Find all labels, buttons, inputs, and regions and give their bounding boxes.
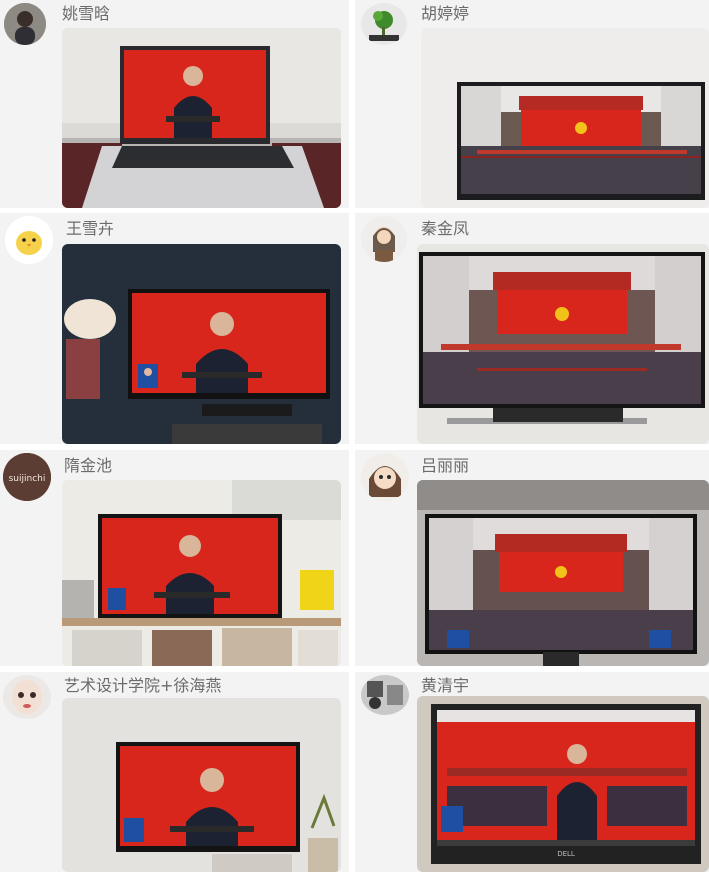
- girl-photo-avatar-icon[interactable]: [4, 3, 46, 45]
- post-card: 艺术设计学院+徐海燕: [0, 672, 349, 872]
- post-card: 胡婷婷: [355, 0, 709, 208]
- post-photo[interactable]: [62, 698, 341, 872]
- post-card: 吕丽丽: [355, 450, 709, 666]
- green-plant-avatar-icon[interactable]: [361, 3, 407, 45]
- avatar-logo-text: suijinchi: [9, 474, 46, 484]
- username[interactable]: 胡婷婷: [421, 0, 469, 24]
- post-photo[interactable]: [421, 28, 709, 208]
- post-card: 黄清宇 DELL: [355, 672, 709, 872]
- username[interactable]: 秦金凤: [421, 215, 469, 239]
- doll-face-avatar-icon[interactable]: [3, 675, 51, 719]
- username[interactable]: 吕丽丽: [421, 452, 469, 476]
- post-photo[interactable]: [62, 28, 341, 208]
- post-card: suijinchi 隋金池: [0, 450, 349, 666]
- username[interactable]: 王雪卉: [66, 215, 114, 239]
- post-card: 姚雪晗: [0, 0, 349, 208]
- post-photo[interactable]: [62, 244, 341, 444]
- post-photo[interactable]: DELL: [417, 696, 709, 872]
- laptop-brand-label: DELL: [557, 850, 575, 858]
- username[interactable]: 姚雪晗: [62, 0, 110, 24]
- gray-photo-avatar-icon[interactable]: [361, 675, 409, 715]
- yellow-chick-avatar-icon[interactable]: [5, 216, 53, 264]
- username[interactable]: 隋金池: [64, 452, 112, 476]
- username[interactable]: 艺术设计学院+徐海燕: [64, 672, 221, 696]
- post-photo[interactable]: [62, 480, 341, 666]
- post-card: 王雪卉: [0, 213, 349, 444]
- post-photo[interactable]: [417, 480, 709, 666]
- doll-avatar-icon[interactable]: [361, 216, 407, 262]
- cartoon-girl-avatar-icon[interactable]: [361, 453, 409, 501]
- post-card: 秦金凤: [355, 213, 709, 444]
- username[interactable]: 黄清宇: [421, 672, 469, 696]
- post-photo[interactable]: [417, 244, 709, 444]
- suijinchi-logo-avatar-icon[interactable]: suijinchi: [3, 453, 51, 501]
